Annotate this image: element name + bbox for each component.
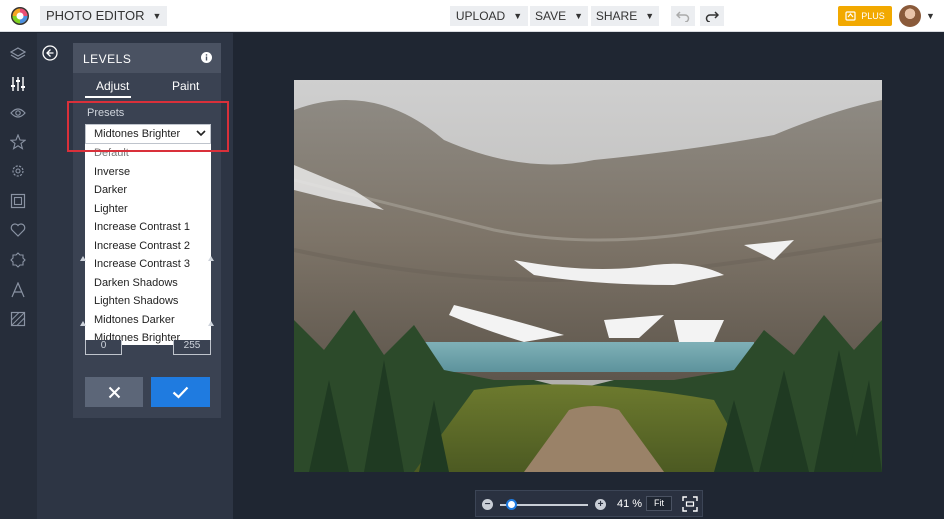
output-black-handle[interactable]	[80, 321, 86, 326]
plus-upgrade-button[interactable]: PLUS	[838, 6, 892, 26]
presets-option[interactable]: Inverse	[85, 163, 211, 182]
active-tab-indicator	[85, 96, 131, 98]
texture-icon[interactable]	[8, 309, 28, 329]
presets-dropdown-list: Default Inverse Darker Lighter Increase …	[85, 144, 211, 345]
zoom-bar: − + 41 % Fit	[475, 490, 703, 517]
zoom-out-icon[interactable]: −	[482, 499, 493, 510]
share-label: SHARE	[595, 9, 638, 23]
top-bar: PHOTO EDITOR ▼ UPLOAD ▼ SAVE ▼ SHARE ▼ P…	[0, 0, 944, 32]
info-icon[interactable]	[201, 52, 212, 63]
star-icon[interactable]	[8, 132, 28, 152]
panel-title: LEVELS	[83, 52, 132, 66]
input-white-handle[interactable]	[208, 256, 214, 261]
presets-option[interactable]: Increase Contrast 2	[85, 237, 211, 256]
presets-option[interactable]: Increase Contrast 3	[85, 255, 211, 274]
undo-icon	[676, 11, 690, 22]
save-label: SAVE	[534, 9, 567, 23]
caret-down-icon: ▼	[513, 11, 523, 21]
gear-icon[interactable]	[8, 161, 28, 181]
heart-icon[interactable]	[8, 220, 28, 240]
caret-down-icon: ▼	[152, 11, 162, 21]
tab-paint[interactable]: Paint	[172, 79, 199, 93]
caret-down-icon: ▼	[645, 11, 655, 21]
input-black-handle[interactable]	[80, 256, 86, 261]
presets-option[interactable]: Midtones Darker	[85, 311, 211, 330]
tab-adjust[interactable]: Adjust	[96, 79, 129, 93]
upload-button[interactable]: UPLOAD ▼	[450, 6, 528, 26]
presets-option[interactable]: Darken Shadows	[85, 274, 211, 293]
cancel-button[interactable]	[85, 377, 143, 407]
avatar[interactable]	[899, 5, 921, 27]
caret-down-icon[interactable]: ▼	[926, 11, 935, 21]
zoom-percent: 41 %	[617, 498, 643, 510]
app-logo-icon[interactable]	[10, 6, 30, 26]
output-min-value: 0	[100, 340, 107, 351]
save-button[interactable]: SAVE ▼	[530, 6, 588, 26]
output-white-handle[interactable]	[208, 321, 214, 326]
zoom-in-icon[interactable]: +	[595, 499, 606, 510]
upload-label: UPLOAD	[455, 9, 506, 23]
presets-option[interactable]: Lighter	[85, 200, 211, 219]
output-max-field[interactable]: 255	[173, 340, 211, 355]
app-menu-button[interactable]: PHOTO EDITOR ▼	[40, 6, 168, 26]
undo-button[interactable]	[671, 6, 695, 26]
redo-icon	[705, 11, 719, 22]
caret-down-icon: ▼	[574, 11, 584, 21]
app-menu-label: PHOTO EDITOR	[46, 8, 145, 23]
back-arrow-icon[interactable]	[42, 45, 58, 61]
landscape-photo[interactable]	[294, 80, 882, 472]
badge-icon[interactable]	[8, 250, 28, 270]
share-button[interactable]: SHARE ▼	[591, 6, 659, 26]
fullscreen-icon[interactable]	[682, 496, 698, 512]
apply-button[interactable]	[151, 377, 210, 407]
zoom-slider-handle[interactable]	[506, 499, 517, 510]
presets-highlight	[67, 101, 229, 152]
redo-button[interactable]	[700, 6, 724, 26]
output-max-value: 255	[183, 340, 201, 351]
eye-icon[interactable]	[8, 103, 28, 123]
layers-icon[interactable]	[8, 44, 28, 64]
crown-icon	[845, 11, 856, 21]
text-icon[interactable]	[8, 280, 28, 300]
plus-label: PLUS	[861, 11, 885, 21]
presets-option[interactable]: Darker	[85, 181, 211, 200]
output-min-field[interactable]: 0	[85, 340, 122, 355]
close-icon	[108, 386, 120, 398]
presets-option[interactable]: Lighten Shadows	[85, 292, 211, 311]
presets-option[interactable]: Increase Contrast 1	[85, 218, 211, 237]
frame-icon[interactable]	[8, 191, 28, 211]
checkmark-icon	[172, 386, 189, 399]
sliders-icon[interactable]	[8, 74, 28, 94]
fit-button[interactable]: Fit	[646, 496, 672, 511]
tool-rail	[0, 33, 37, 519]
